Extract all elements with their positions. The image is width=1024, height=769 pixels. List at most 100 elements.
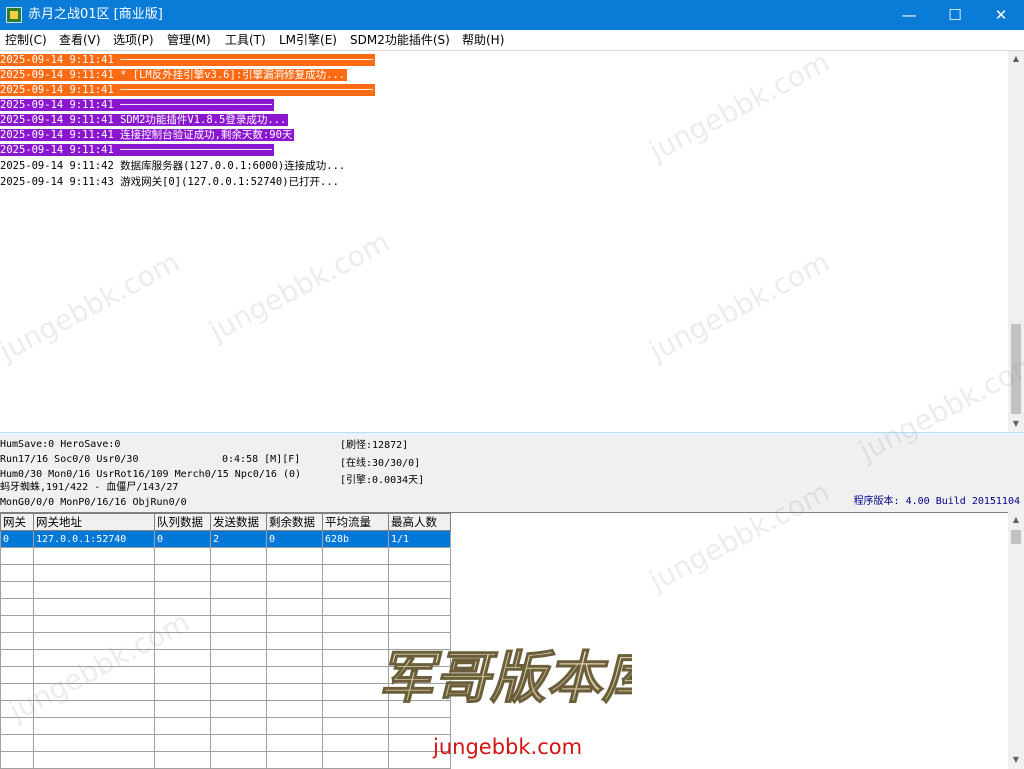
table-cell[interactable]	[210, 700, 267, 718]
table-cell[interactable]	[0, 734, 34, 752]
table-cell[interactable]	[388, 581, 451, 599]
table-cell[interactable]	[266, 666, 323, 684]
table-cell[interactable]	[322, 700, 389, 718]
column-header[interactable]: 网关地址	[33, 513, 155, 531]
table-cell[interactable]	[388, 700, 451, 718]
table-cell[interactable]	[33, 632, 155, 650]
table-cell[interactable]	[210, 615, 267, 633]
grid-scrollbar[interactable]: ▲ ▼	[1008, 512, 1024, 768]
table-cell[interactable]: 628b	[322, 530, 389, 548]
table-cell[interactable]: 2	[210, 530, 267, 548]
table-cell[interactable]	[388, 683, 451, 701]
table-cell[interactable]	[0, 547, 34, 565]
table-row[interactable]	[0, 615, 451, 633]
table-cell[interactable]	[322, 734, 389, 752]
scroll-thumb[interactable]	[1011, 324, 1021, 414]
table-cell[interactable]	[33, 683, 155, 701]
menu-view[interactable]: 查看(V)	[59, 32, 101, 48]
table-cell[interactable]	[266, 751, 323, 769]
menu-manage[interactable]: 管理(M)	[167, 32, 211, 48]
table-cell[interactable]	[210, 547, 267, 565]
table-cell[interactable]	[33, 734, 155, 752]
table-cell[interactable]	[154, 649, 211, 667]
table-row[interactable]	[0, 734, 451, 752]
table-cell[interactable]	[266, 649, 323, 667]
table-cell[interactable]	[154, 751, 211, 769]
table-cell[interactable]	[266, 564, 323, 582]
table-cell[interactable]	[154, 615, 211, 633]
table-row[interactable]	[0, 598, 451, 616]
table-cell[interactable]	[322, 632, 389, 650]
table-cell[interactable]	[266, 547, 323, 565]
column-header[interactable]: 平均流量	[322, 513, 389, 531]
table-cell[interactable]	[154, 734, 211, 752]
table-cell[interactable]	[33, 598, 155, 616]
table-cell[interactable]	[154, 717, 211, 735]
maximize-button[interactable]: ☐	[932, 0, 978, 30]
table-row[interactable]	[0, 751, 451, 769]
table-row[interactable]	[0, 564, 451, 582]
table-cell[interactable]	[388, 649, 451, 667]
menu-help[interactable]: 帮助(H)	[462, 32, 504, 48]
app-icon[interactable]	[6, 7, 22, 23]
table-cell[interactable]	[0, 564, 34, 582]
table-cell[interactable]	[322, 615, 389, 633]
column-header[interactable]: 最高人数	[388, 513, 451, 531]
table-cell[interactable]	[266, 717, 323, 735]
table-cell[interactable]	[388, 632, 451, 650]
table-cell[interactable]	[154, 581, 211, 599]
table-cell[interactable]	[388, 666, 451, 684]
table-cell[interactable]	[210, 581, 267, 599]
table-cell[interactable]	[0, 649, 34, 667]
table-cell[interactable]	[33, 547, 155, 565]
table-row[interactable]	[0, 581, 451, 599]
table-cell[interactable]	[0, 751, 34, 769]
menu-control[interactable]: 控制(C)	[5, 32, 47, 48]
table-cell[interactable]	[266, 615, 323, 633]
table-cell[interactable]	[322, 598, 389, 616]
table-cell[interactable]	[210, 717, 267, 735]
table-cell[interactable]	[322, 649, 389, 667]
gateway-grid[interactable]: 网关 网关地址 队列数据 发送数据 剩余数据 平均流量 最高人数 0 127.0…	[0, 512, 1008, 769]
table-cell[interactable]	[388, 615, 451, 633]
table-cell[interactable]	[0, 717, 34, 735]
column-header[interactable]: 网关	[0, 513, 34, 531]
table-cell[interactable]	[266, 581, 323, 599]
table-cell[interactable]	[33, 717, 155, 735]
scroll-down-icon[interactable]: ▼	[1008, 416, 1024, 432]
table-row[interactable]	[0, 649, 451, 667]
table-cell[interactable]: 1/1	[388, 530, 451, 548]
table-cell[interactable]	[0, 598, 34, 616]
table-row[interactable]	[0, 666, 451, 684]
table-cell[interactable]	[0, 666, 34, 684]
table-row[interactable]	[0, 700, 451, 718]
column-header[interactable]: 发送数据	[210, 513, 267, 531]
scroll-thumb[interactable]	[1011, 530, 1021, 544]
column-header[interactable]: 队列数据	[154, 513, 211, 531]
table-cell[interactable]	[266, 632, 323, 650]
table-cell[interactable]	[266, 598, 323, 616]
table-cell[interactable]	[210, 751, 267, 769]
table-cell[interactable]: 0	[0, 530, 34, 548]
table-cell[interactable]	[154, 598, 211, 616]
menu-options[interactable]: 选项(P)	[113, 32, 154, 48]
table-cell[interactable]	[33, 751, 155, 769]
log-scrollbar[interactable]: ▲ ▼	[1008, 51, 1024, 432]
table-cell[interactable]	[33, 581, 155, 599]
table-cell[interactable]	[33, 700, 155, 718]
table-cell[interactable]	[210, 632, 267, 650]
table-cell[interactable]	[154, 564, 211, 582]
menu-lm-engine[interactable]: LM引擎(E)	[279, 32, 337, 48]
table-cell[interactable]	[0, 632, 34, 650]
table-cell[interactable]	[0, 700, 34, 718]
table-row[interactable]: 0 127.0.0.1:52740 0 2 0 628b 1/1	[0, 530, 451, 548]
table-cell[interactable]	[154, 632, 211, 650]
scroll-up-icon[interactable]: ▲	[1008, 512, 1024, 528]
table-cell[interactable]	[388, 547, 451, 565]
log-panel[interactable]: 2025-09-14 9:11:41 ─────────────────────…	[0, 51, 1008, 432]
table-cell[interactable]	[154, 700, 211, 718]
table-cell[interactable]	[210, 564, 267, 582]
column-header[interactable]: 剩余数据	[266, 513, 323, 531]
table-cell[interactable]	[210, 649, 267, 667]
table-cell[interactable]	[322, 564, 389, 582]
